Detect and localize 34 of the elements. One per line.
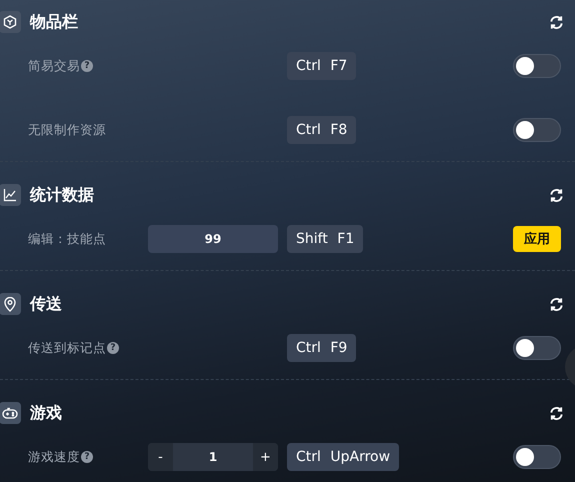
line-chart-icon bbox=[3, 188, 17, 202]
number-field[interactable]: 99 bbox=[148, 225, 278, 253]
hotkey-badge: Ctrl F7 bbox=[287, 52, 356, 80]
hotkey-badge: Ctrl F9 bbox=[287, 334, 356, 362]
section-title: 游戏 bbox=[30, 402, 62, 424]
help-icon[interactable]: ? bbox=[81, 451, 93, 463]
option-label: 编辑：技能点 bbox=[28, 230, 106, 248]
toggle-switch[interactable] bbox=[513, 54, 561, 78]
toggle-switch[interactable] bbox=[513, 336, 561, 360]
section-title: 统计数据 bbox=[30, 184, 94, 206]
option-label: 无限制作资源 bbox=[28, 122, 106, 138]
gamepad-icon bbox=[2, 406, 18, 420]
refresh-icon[interactable] bbox=[549, 296, 564, 312]
help-icon[interactable]: ? bbox=[81, 60, 93, 72]
hotkey-badge: Ctrl F8 bbox=[287, 116, 356, 144]
decrement-button[interactable]: - bbox=[148, 443, 173, 471]
refresh-icon[interactable] bbox=[549, 14, 564, 30]
section-title: 传送 bbox=[30, 294, 62, 314]
refresh-icon[interactable] bbox=[549, 188, 564, 202]
map-pin-icon bbox=[3, 296, 17, 312]
cube-icon bbox=[3, 15, 17, 29]
hotkey-badge: Shift F1 bbox=[287, 225, 364, 253]
number-field[interactable]: 1 bbox=[173, 443, 253, 471]
option-label: 传送到标记点 bbox=[28, 340, 106, 356]
option-label: 简易交易 bbox=[28, 58, 80, 74]
hotkey-badge: Ctrl UpArrow bbox=[287, 443, 400, 471]
apply-button[interactable]: 应用 bbox=[513, 226, 561, 252]
help-icon[interactable]: ? bbox=[107, 342, 119, 354]
refresh-icon[interactable] bbox=[549, 406, 564, 420]
increment-button[interactable]: + bbox=[253, 443, 278, 471]
section-title: 物品栏 bbox=[30, 12, 78, 32]
toggle-switch[interactable] bbox=[513, 118, 561, 142]
option-label: 游戏速度 bbox=[28, 448, 80, 466]
toggle-switch[interactable] bbox=[513, 445, 561, 469]
